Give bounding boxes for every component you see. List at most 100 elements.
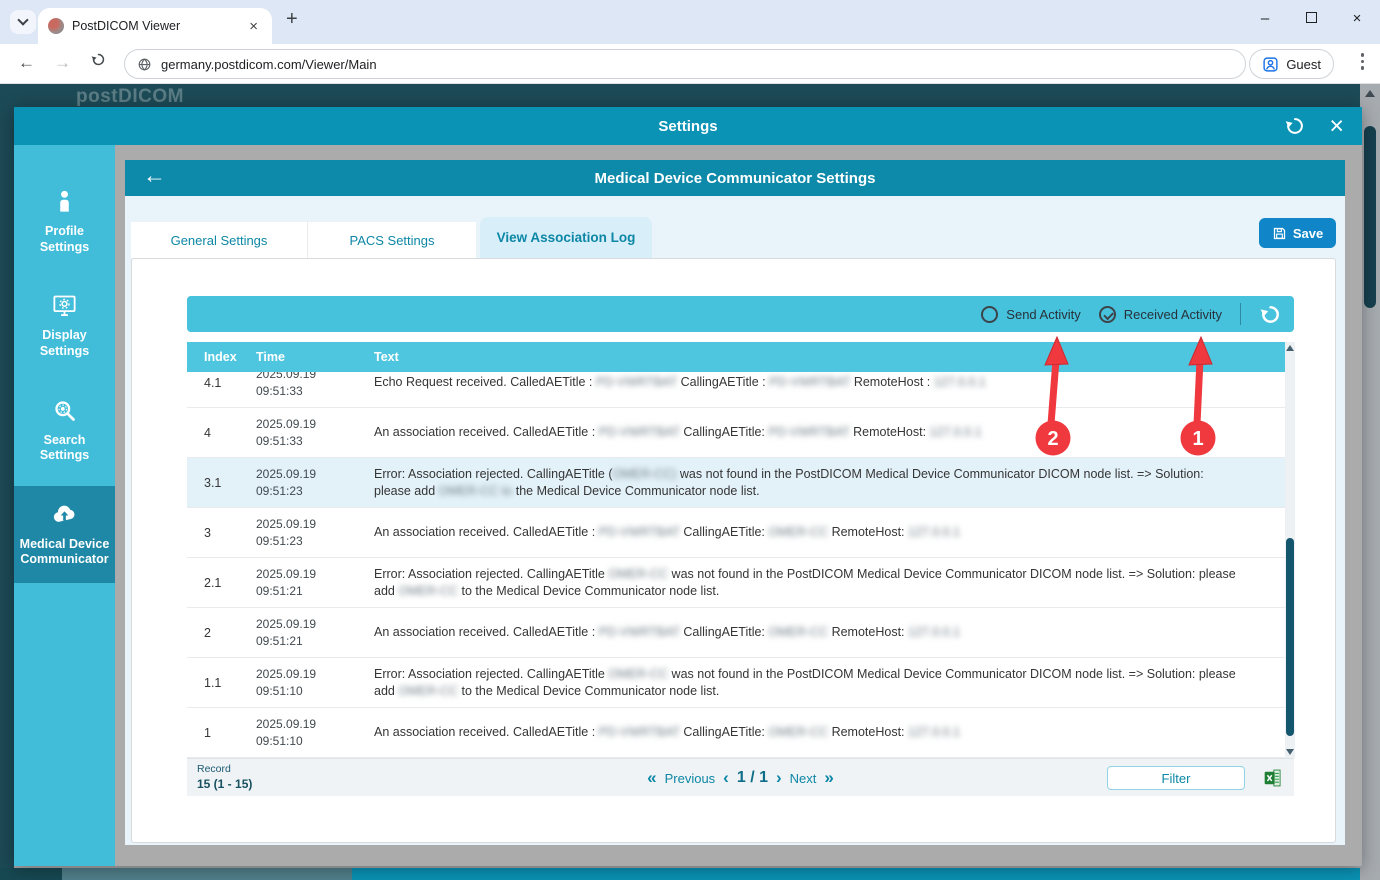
redacted-text: OMER-CC: [608, 667, 668, 681]
settings-title: Settings: [658, 118, 717, 135]
sidebar-item-label: Medical Device Communicator: [19, 537, 110, 568]
sidebar-item-search-settings[interactable]: Search Settings: [14, 382, 115, 479]
row-text: An association received. CalledAETitle :…: [374, 524, 1285, 541]
log-table-body: 4.12025.09.1909:51:33Echo Request receiv…: [187, 372, 1285, 758]
row-text: Echo Request received. CalledAETitle : P…: [374, 374, 1285, 391]
row-index: 4.1: [187, 376, 256, 390]
row-time: 2025.09.1909:51:33: [256, 416, 374, 448]
received-activity-radio[interactable]: Received Activity: [1099, 306, 1222, 323]
back-arrow-icon[interactable]: ←: [143, 162, 166, 189]
settings-sidebar: Profile Settings Display Settings Search…: [14, 145, 115, 866]
forward-button[interactable]: →: [54, 53, 71, 73]
redacted-text: 127.0.0.1: [908, 525, 960, 539]
table-row[interactable]: 32025.09.1909:51:23An association receiv…: [187, 508, 1285, 558]
profile-button[interactable]: Guest: [1249, 49, 1334, 79]
table-row[interactable]: 2.12025.09.1909:51:21Error: Association …: [187, 558, 1285, 608]
column-index: Index: [187, 350, 256, 364]
prev-arrow-icon[interactable]: ‹: [723, 768, 729, 788]
monitor-gear-icon: [51, 292, 78, 319]
page-scrollbar[interactable]: [1360, 84, 1380, 880]
scroll-down-icon[interactable]: [1286, 749, 1294, 755]
sidebar-item-profile-settings[interactable]: Profile Settings: [14, 173, 115, 270]
previous-page-button[interactable]: Previous: [665, 771, 716, 786]
profile-label: Guest: [1286, 57, 1321, 72]
tab-close-icon[interactable]: ×: [245, 18, 262, 35]
settings-modal-body: Profile Settings Display Settings Search…: [14, 145, 1362, 866]
browser-menu-button[interactable]: [1361, 53, 1365, 70]
window-minimize-button[interactable]: –: [1242, 10, 1288, 27]
filter-button[interactable]: Filter: [1107, 766, 1245, 790]
scroll-up-icon[interactable]: [1286, 345, 1294, 351]
window-maximize-button[interactable]: [1288, 10, 1334, 27]
cloud-upload-icon: [51, 501, 78, 528]
search-gear-icon: [51, 397, 78, 424]
first-page-icon[interactable]: «: [647, 768, 656, 788]
sidebar-item-display-settings[interactable]: Display Settings: [14, 277, 115, 374]
background-bottom-bar: [0, 868, 1380, 880]
new-tab-button[interactable]: +: [286, 8, 298, 31]
sidebar-item-label: Display Settings: [19, 328, 110, 359]
table-row[interactable]: 22025.09.1909:51:21An association receiv…: [187, 608, 1285, 658]
row-index: 4: [187, 426, 256, 440]
tab-view-association-log[interactable]: View Association Log: [480, 217, 652, 258]
window-close-button[interactable]: ×: [1334, 10, 1380, 27]
next-arrow-icon[interactable]: ›: [776, 768, 782, 788]
redacted-text: 127.0.0.1: [934, 375, 986, 389]
tab-pacs-settings[interactable]: PACS Settings: [308, 222, 476, 258]
browser-tab-title: PostDICOM Viewer: [72, 19, 237, 33]
tab-search-button[interactable]: [10, 10, 36, 34]
row-time: 2025.09.1909:51:23: [256, 466, 374, 498]
row-text: An association received. CalledAETitle :…: [374, 424, 1285, 441]
address-bar[interactable]: germany.postdicom.com/Viewer/Main: [124, 49, 1246, 79]
redacted-text: OMER-CC: [398, 684, 458, 698]
association-log-panel: Send Activity Received Activity Index Ti…: [131, 258, 1336, 843]
row-time: 2025.09.1909:51:10: [256, 716, 374, 748]
scroll-up-icon[interactable]: [1365, 90, 1375, 97]
browser-tab[interactable]: PostDICOM Viewer ×: [38, 8, 272, 44]
redacted-text: 127.0.0.1: [908, 625, 960, 639]
log-refresh-button[interactable]: [1259, 303, 1282, 326]
toolbar-divider: [1240, 303, 1241, 325]
sidebar-item-medical-device-communicator[interactable]: Medical Device Communicator: [14, 486, 115, 583]
mdc-settings-header: ← Medical Device Communicator Settings: [125, 160, 1345, 196]
next-page-button[interactable]: Next: [790, 771, 817, 786]
settings-refresh-button[interactable]: [1284, 115, 1306, 137]
table-scrollbar-thumb[interactable]: [1286, 538, 1294, 736]
radio-unchecked-icon: [981, 306, 998, 323]
redacted-text: PD-VWRTBAT: [599, 625, 680, 639]
table-row[interactable]: 3.12025.09.1909:51:23Error: Association …: [187, 458, 1285, 508]
log-toolbar: Send Activity Received Activity: [187, 296, 1294, 332]
refresh-icon: [1284, 115, 1306, 137]
table-row[interactable]: 1.12025.09.1909:51:10Error: Association …: [187, 658, 1285, 708]
table-row[interactable]: 42025.09.1909:51:33An association receiv…: [187, 408, 1285, 458]
table-row[interactable]: 4.12025.09.1909:51:33Echo Request receiv…: [187, 372, 1285, 408]
site-info-icon[interactable]: [137, 57, 152, 72]
redacted-text: PD-VWRTBAT: [768, 425, 849, 439]
settings-modal-header: Settings ×: [14, 107, 1362, 145]
reload-button[interactable]: [90, 51, 107, 73]
person-icon: [51, 188, 78, 215]
row-time: 2025.09.1909:51:10: [256, 666, 374, 698]
settings-modal: Settings × Profile Settings Display Sett…: [14, 107, 1362, 866]
redacted-text: 127.0.0.1: [930, 425, 982, 439]
row-index: 2.1: [187, 576, 256, 590]
row-time: 2025.09.1909:51:33: [256, 372, 374, 399]
table-scrollbar[interactable]: [1285, 342, 1295, 758]
profile-avatar-icon: [1262, 56, 1279, 73]
back-button[interactable]: ←: [18, 53, 35, 73]
tab-general-settings[interactable]: General Settings: [131, 222, 308, 258]
last-page-icon[interactable]: »: [824, 768, 833, 788]
log-table-footer: Record 15 (1 - 15) « Previous ‹ 1 / 1 › …: [187, 758, 1294, 796]
row-index: 1: [187, 726, 256, 740]
send-activity-radio[interactable]: Send Activity: [981, 306, 1080, 323]
page-scrollbar-thumb[interactable]: [1364, 126, 1376, 308]
excel-export-button[interactable]: [1263, 768, 1283, 788]
browser-toolbar: ← → germany.postdicom.com/Viewer/Main Gu…: [0, 44, 1380, 84]
table-row[interactable]: 12025.09.1909:51:10An association receiv…: [187, 708, 1285, 758]
reload-icon: [90, 51, 107, 68]
redacted-text: OMER-CC): [613, 467, 677, 481]
settings-close-button[interactable]: ×: [1329, 110, 1344, 142]
mdc-settings-title: Medical Device Communicator Settings: [595, 170, 876, 187]
save-button[interactable]: Save: [1259, 218, 1336, 248]
browser-tab-strip: PostDICOM Viewer × + – ×: [0, 0, 1380, 44]
